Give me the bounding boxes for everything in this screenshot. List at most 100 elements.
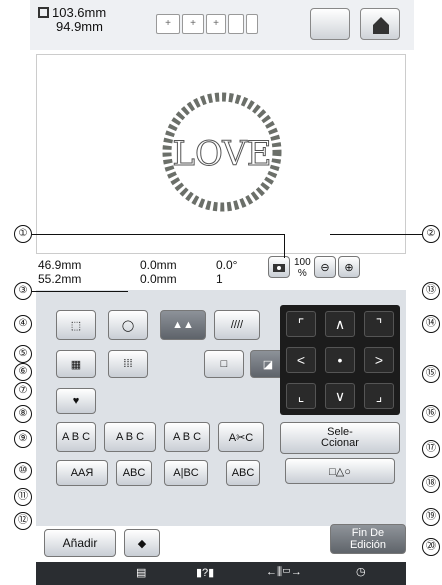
design-text: LOVE: [172, 134, 271, 174]
end-edit-button[interactable]: Fin De Edición: [330, 524, 406, 554]
resize-icon: ⬚: [70, 319, 82, 332]
callout-15: ⑮: [422, 365, 440, 383]
home-button[interactable]: [360, 8, 400, 40]
hoop-move-icon[interactable]: ←⫼▭→: [266, 566, 302, 579]
hoop-select-3[interactable]: +: [206, 14, 226, 34]
density-button[interactable]: ////: [214, 310, 260, 340]
ayc-label: A✂C: [228, 431, 254, 444]
callout-3: ③: [14, 282, 32, 300]
offset-y: 0.0mm: [140, 272, 177, 286]
mirror-button[interactable]: ▲▲: [160, 310, 206, 340]
select-label: Sele- Ccionar: [321, 427, 359, 449]
offset-x: 0.0mm: [140, 258, 177, 272]
callout-6: ⑥: [14, 363, 32, 381]
eraser-icon: ◆: [137, 537, 147, 550]
love-wreath-design: LOVE: [162, 92, 282, 212]
move-center-button[interactable]: •: [325, 347, 355, 373]
callout-line-3: [32, 291, 128, 292]
callout-8: ⑧: [14, 405, 32, 423]
move-down-left-button[interactable]: ⌞: [286, 383, 316, 409]
move-up-right-button[interactable]: ⌝: [364, 311, 394, 337]
select-button[interactable]: Sele- Ccionar: [280, 422, 400, 454]
hoop-select-4[interactable]: [228, 14, 244, 34]
zoom-unit: %: [297, 268, 307, 279]
abc-box-label: ABC: [231, 467, 255, 479]
resize-button[interactable]: ⬚: [56, 310, 96, 340]
end-edit-label-1: Fin De: [351, 527, 385, 539]
shield-icon: ♥: [72, 395, 80, 407]
callout-14: ⑭: [422, 315, 440, 333]
move-down-right-button[interactable]: ⌟: [364, 383, 394, 409]
page-icon[interactable]: ▤: [136, 566, 146, 579]
move-up-button[interactable]: ∧: [325, 311, 355, 337]
heart-button[interactable]: ♥: [56, 388, 96, 414]
array-button[interactable]: ▦: [56, 350, 96, 378]
abc-label-1: A B C: [61, 431, 91, 443]
hoop-select-1[interactable]: +: [156, 14, 180, 34]
spacing-button[interactable]: A B C: [164, 422, 210, 452]
design-canvas[interactable]: LOVE: [36, 54, 406, 254]
zoom-out-icon: ⊖: [320, 261, 330, 274]
frame-button[interactable]: □: [204, 350, 244, 378]
abc-mid-label: A|BC: [173, 467, 199, 479]
move-pad: ⌜ ∧ ⌝ < • > ⌞ ∨ ⌟: [280, 305, 400, 415]
abc-label-2: A B C: [115, 431, 145, 443]
text-frame-button[interactable]: ABC: [226, 460, 260, 486]
font-size-button[interactable]: AAЯ: [56, 460, 108, 486]
abc-small-label: ABC: [122, 467, 146, 479]
callout-13: ⑬: [422, 282, 440, 300]
move-right-button[interactable]: >: [364, 347, 394, 373]
rotate-button[interactable]: ◯: [108, 310, 148, 340]
multicolor-button[interactable]: A B C: [56, 422, 96, 452]
move-left-button[interactable]: <: [286, 347, 316, 373]
size-w: 46.9mm: [38, 258, 82, 272]
callout-1: ①: [14, 225, 32, 243]
size-h: 55.2mm: [38, 272, 82, 286]
move-down-button[interactable]: ∨: [325, 383, 355, 409]
zoom-out-button[interactable]: ⊖: [314, 256, 336, 278]
offset-info: 0.0mm 0.0mm: [140, 258, 177, 286]
callout-10: ⑩: [14, 462, 32, 480]
clock-icon[interactable]: ◷: [356, 565, 366, 578]
size-info: 46.9mm 55.2mm: [38, 258, 81, 286]
callout-17: ⑰: [422, 440, 440, 458]
angle-value: 0.0°: [216, 258, 238, 272]
callout-2: ②: [422, 225, 440, 243]
camera-button[interactable]: [268, 256, 290, 278]
font-button[interactable]: ABC: [116, 460, 152, 486]
callout-9: ⑨: [14, 430, 32, 448]
sewing-mode-button[interactable]: [310, 8, 350, 40]
delete-button[interactable]: ◆: [124, 529, 160, 557]
zoom-level: 100%: [294, 257, 311, 279]
abc-label-3: A B C: [172, 431, 202, 443]
move-up-left-button[interactable]: ⌜: [286, 311, 316, 337]
callout-16: ⑯: [422, 405, 440, 423]
design-size: 103.6mm 94.9mm: [38, 6, 106, 34]
height-label: 94.9mm: [56, 19, 103, 34]
mirror-icon: ▲▲: [172, 319, 194, 331]
border-button[interactable]: ⁞⁞⁞: [108, 350, 148, 378]
zoom-value: 100: [294, 257, 311, 268]
help-icon[interactable]: ▮?▮: [196, 566, 214, 579]
array-icon: ▦: [70, 358, 82, 371]
home-icon: [373, 17, 389, 34]
callout-11: ⑪: [14, 488, 32, 506]
shape-select-button[interactable]: □△○: [285, 458, 395, 484]
add-button[interactable]: Añadir: [44, 529, 116, 557]
hoop-select-5[interactable]: [246, 14, 258, 34]
status-bar: ▤ ▮?▮ ←⫼▭→ ◷: [36, 562, 406, 585]
hoop-select-2[interactable]: +: [182, 14, 204, 34]
callout-19: ⑲: [422, 508, 440, 526]
callout-line-1b: [284, 234, 285, 258]
end-edit-label-2: Edición: [349, 539, 387, 551]
cut-text-button[interactable]: A✂C: [218, 422, 264, 452]
info-bar: 46.9mm 55.2mm 0.0mm 0.0mm 0.0° 1 100% ⊖ …: [36, 256, 406, 286]
add-label: Añadir: [62, 536, 98, 550]
applique-icon: ◪: [262, 358, 274, 371]
zoom-in-button[interactable]: ⊕: [338, 256, 360, 278]
camera-icon: [273, 264, 285, 272]
char-spacing-button[interactable]: A|BC: [164, 460, 208, 486]
arc-text-button[interactable]: A B C: [104, 422, 156, 452]
callout-5: ⑤: [14, 345, 32, 363]
shapes-label: □△○: [329, 465, 351, 478]
